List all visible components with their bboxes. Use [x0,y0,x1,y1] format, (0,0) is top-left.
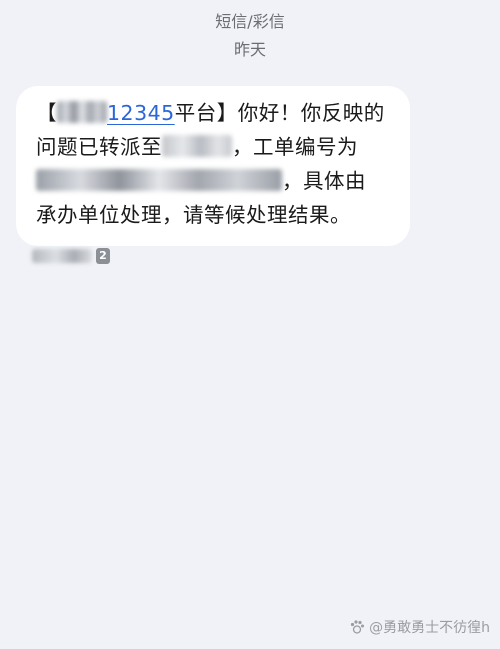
message-line-2: 问题已转派至 ，工单编号为 [36,130,390,164]
message-text-5: 承办单位处理，请等候处理结果。 [36,203,351,227]
open-bracket: 【 [36,101,57,125]
redacted-department [162,135,232,157]
redacted-city [57,101,107,123]
platform-number-link[interactable]: 12345 [107,101,175,125]
message-text-4: ，具体由 [282,169,366,193]
date-separator: 昨天 [233,40,266,59]
conversation-header: 短信/彩信 昨天 [0,10,500,62]
message-line-4: 承办单位处理，请等候处理结果。 [36,198,390,232]
message-text-2: 问题已转派至 [36,135,162,159]
message-type-label: 短信/彩信 [215,12,285,31]
watermark-text: @勇敢勇士不彷徨h [369,620,490,636]
message-line-3: ，具体由 [36,164,390,198]
redacted-timestamp [32,249,92,263]
message-meta: 2 [32,247,110,265]
message-bubble[interactable]: 【 12345平台】你好！你反映的 问题已转派至 ，工单编号为 ，具体由 承办单位处… [16,86,410,246]
message-text-3: ，工单编号为 [232,135,358,159]
redacted-ticket-number [36,169,282,191]
message-line-1: 【 12345平台】你好！你反映的 [36,96,390,130]
watermark: @勇敢勇士不彷徨h [349,617,490,637]
message-text-1: 平台】你好！你反映的 [174,101,385,125]
sim-slot-badge: 2 [96,248,110,264]
paw-icon [351,620,365,634]
